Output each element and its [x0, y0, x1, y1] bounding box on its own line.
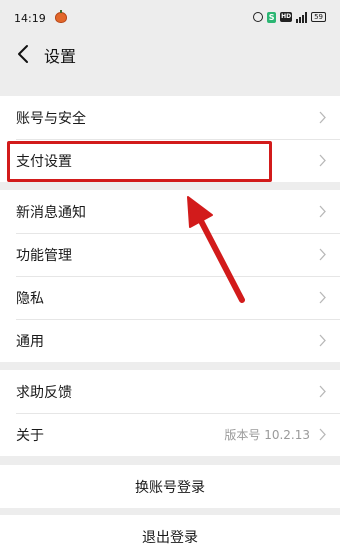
chevron-right-icon — [319, 291, 326, 304]
battery-icon: 59 — [311, 12, 326, 22]
logout-button[interactable]: 退出登录 — [0, 515, 340, 555]
settings-item-label: 新消息通知 — [16, 205, 86, 221]
status-bar: 14:19 S HD 59 — [0, 0, 340, 34]
settings-item-feedback[interactable]: 求助反馈 — [0, 370, 340, 413]
pointer-arrow — [187, 196, 245, 303]
settings-item-about[interactable]: 关于 版本号 10.2.13 — [0, 413, 340, 456]
alarm-icon — [253, 12, 264, 22]
settings-item-label: 关于 — [16, 428, 44, 444]
settings-group-help: 求助反馈 关于 版本号 10.2.13 — [0, 370, 340, 456]
settings-item-general[interactable]: 通用 — [0, 319, 340, 362]
page-title: 设置 — [44, 47, 77, 66]
chevron-right-icon — [319, 334, 326, 347]
settings-item-label: 求助反馈 — [16, 385, 72, 401]
settings-item-label: 隐私 — [16, 291, 44, 307]
chevron-right-icon — [319, 385, 326, 398]
chevron-right-icon — [319, 205, 326, 218]
highlight-box — [7, 141, 272, 182]
chevron-right-icon — [319, 154, 326, 167]
hd-icon: HD — [280, 12, 293, 22]
status-icons: S HD 59 — [253, 10, 326, 24]
top-bar: 设置 — [0, 34, 340, 74]
logout-label: 退出登录 — [142, 530, 198, 546]
status-time: 14:19 — [14, 12, 46, 25]
settings-item-account-security[interactable]: 账号与安全 — [0, 96, 340, 139]
chevron-right-icon — [319, 248, 326, 261]
signal-icon — [296, 11, 308, 23]
back-arrow-icon[interactable] — [14, 44, 34, 64]
switch-account-button[interactable]: 换账号登录 — [0, 465, 340, 508]
chevron-right-icon — [319, 111, 326, 124]
settings-item-label: 功能管理 — [16, 248, 72, 264]
settings-item-label: 账号与安全 — [16, 111, 86, 127]
s-app-icon: S — [267, 11, 277, 23]
pumpkin-icon — [55, 10, 67, 23]
settings-item-label: 通用 — [16, 334, 44, 350]
chevron-right-icon — [319, 428, 326, 441]
version-value: 版本号 10.2.13 — [224, 428, 310, 442]
switch-account-label: 换账号登录 — [135, 480, 205, 496]
